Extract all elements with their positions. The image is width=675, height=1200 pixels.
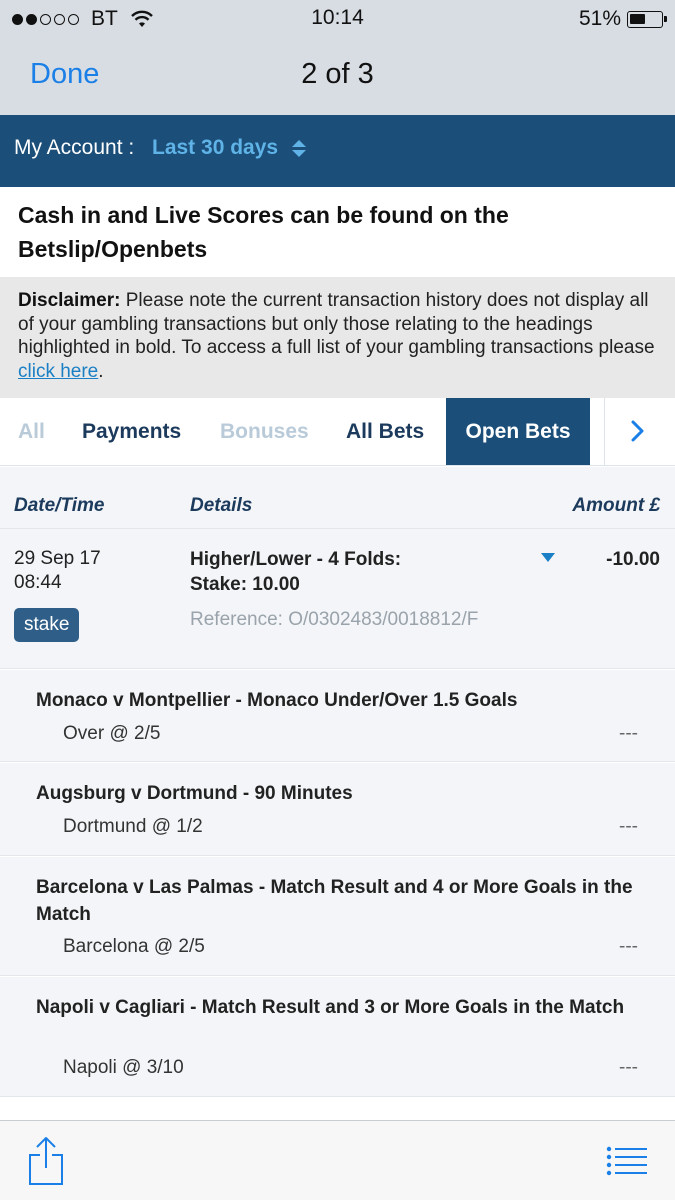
tab-scroll-right-button[interactable] xyxy=(604,398,675,465)
bet-date: 29 Sep 17 xyxy=(14,548,101,569)
battery-icon xyxy=(627,10,667,28)
bet-reference: Reference: O/0302483/0018812/F xyxy=(190,609,479,630)
clock: 10:14 xyxy=(311,6,364,29)
bet-time: 08:44 xyxy=(14,572,62,593)
selection-row: Barcelona v Las Palmas - Match Result an… xyxy=(0,857,675,976)
share-icon[interactable] xyxy=(27,1135,65,1187)
selection-pick: Barcelona @ 2/5 xyxy=(63,936,205,957)
battery-percent: 51% xyxy=(578,7,621,30)
bet-stake: Stake: 10.00 xyxy=(190,574,300,595)
account-bar: My Account : Last 30 days xyxy=(0,115,675,187)
bet-type: Higher/Lower - 4 Folds: xyxy=(190,549,402,570)
sort-updown-icon xyxy=(292,139,307,157)
table-header: Date/Time Details Amount £ xyxy=(0,467,675,529)
selection-pick: Dortmund @ 1/2 xyxy=(63,816,203,837)
column-header-details: Details xyxy=(190,495,253,516)
selection-pick: Over @ 2/5 xyxy=(63,723,161,744)
selection-event: Napoli v Cagliari - Match Result and 3 o… xyxy=(36,997,625,1018)
selection-result: --- xyxy=(619,936,638,957)
selection-result: --- xyxy=(619,723,638,744)
period-select[interactable]: Last 30 days xyxy=(152,136,307,160)
expand-caret-icon[interactable] xyxy=(541,553,555,562)
disclaimer-box: Disclaimer: Please note the current tran… xyxy=(0,277,675,398)
account-label: My Account : xyxy=(14,136,135,159)
navigation-bar: Done 2 of 3 xyxy=(0,38,675,115)
disclaimer-end: . xyxy=(98,360,104,382)
bet-amount: -10.00 xyxy=(606,549,660,570)
tab-bar: All Payments Bonuses All Bets Open Bets … xyxy=(0,398,675,466)
selection-row: Augsburg v Dortmund - 90 Minutes Dortmun… xyxy=(0,763,675,856)
tab-bonuses[interactable]: Bonuses xyxy=(220,398,309,465)
bet-details: Higher/Lower - 4 Folds: Stake: 10.00 xyxy=(190,547,401,597)
tab-all[interactable]: All xyxy=(18,398,45,465)
list-icon[interactable] xyxy=(606,1146,648,1176)
chevron-right-icon xyxy=(631,420,644,442)
click-here-link[interactable]: click here xyxy=(18,361,98,382)
status-bar: BT 10:14 51% xyxy=(0,0,675,38)
page-title: 2 of 3 xyxy=(301,58,374,90)
bet-datetime: 29 Sep 17 08:44 xyxy=(14,547,101,595)
disclaimer-heading: Disclaimer: xyxy=(18,290,121,311)
selection-event: Barcelona v Las Palmas - Match Result an… xyxy=(36,877,633,925)
tab-all-bets[interactable]: All Bets xyxy=(346,398,424,465)
selection-event: Monaco v Montpellier - Monaco Under/Over… xyxy=(36,690,518,711)
selection-result: --- xyxy=(619,1057,638,1078)
column-header-amount: Amount £ xyxy=(572,495,660,516)
tab-payments[interactable]: Payments xyxy=(82,398,181,465)
selection-result: --- xyxy=(619,816,638,837)
selection-pick: Napoli @ 3/10 xyxy=(63,1057,184,1078)
tab-open-bets[interactable]: Open Bets xyxy=(446,398,590,465)
bottom-toolbar xyxy=(0,1120,675,1200)
selection-event: Augsburg v Dortmund - 90 Minutes xyxy=(36,783,353,804)
column-header-date: Date/Time xyxy=(14,495,105,516)
status-right: 51% xyxy=(578,7,667,31)
selection-row: Monaco v Montpellier - Monaco Under/Over… xyxy=(0,670,675,762)
stake-badge: stake xyxy=(14,608,80,642)
selection-row: Napoli v Cagliari - Match Result and 3 o… xyxy=(0,977,675,1097)
bet-row[interactable]: 29 Sep 17 08:44 stake Higher/Lower - 4 F… xyxy=(0,529,675,669)
cash-in-notice: Cash in and Live Scores can be found on … xyxy=(18,202,509,262)
period-select-value: Last 30 days xyxy=(152,136,279,159)
